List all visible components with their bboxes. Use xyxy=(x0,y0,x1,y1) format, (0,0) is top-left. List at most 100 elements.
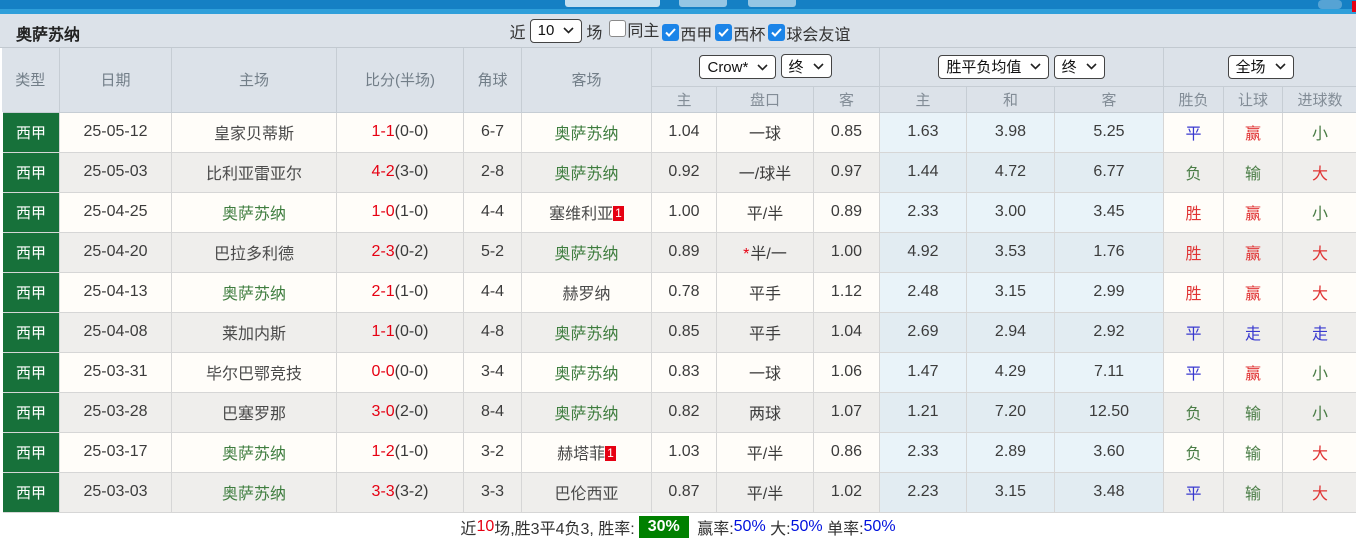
corner-cell: 3-2 xyxy=(463,431,522,473)
mean-type-select[interactable]: 胜平负均值 xyxy=(938,54,1050,79)
home-team-cell[interactable]: 奥萨苏纳 xyxy=(171,471,337,513)
away-team-cell[interactable]: 奥萨苏纳 xyxy=(521,391,652,433)
single-rate-label: 单率: xyxy=(822,521,864,538)
handicap-cell: 一球 xyxy=(716,351,814,393)
rank-badge: 1 xyxy=(613,206,624,221)
checkbox-icon[interactable] xyxy=(662,24,680,41)
home-team-cell[interactable]: 巴拉多利德 xyxy=(171,231,337,273)
league-cell: 西甲 xyxy=(0,191,60,233)
match-filters: 近 10 场 同主 西甲 西杯 球会友谊 xyxy=(506,17,850,45)
let-rate-label: 赢率: xyxy=(692,521,734,538)
away-team-cell[interactable]: 奥萨苏纳 xyxy=(521,231,652,273)
odds-provider-select[interactable]: Crow* xyxy=(699,55,777,80)
handicap-cell: 两球 xyxy=(716,391,814,433)
big-rate-value: 50% xyxy=(790,518,823,535)
win-rate-badge: 30% xyxy=(638,516,689,538)
score-cell: 0-0(0-0) xyxy=(336,351,464,393)
col-header-away: 客场 xyxy=(521,48,652,113)
mean-home-cell: 1.47 xyxy=(879,351,967,393)
top-right-red-accent xyxy=(1352,1,1356,12)
handicap-cell: 平/半 xyxy=(716,191,814,233)
date-cell: 25-05-03 xyxy=(59,151,172,193)
mean-draw-cell: 3.53 xyxy=(966,231,1055,273)
home-team-cell[interactable]: 比利亚雷亚尔 xyxy=(171,151,337,193)
home-team-cell[interactable]: 奥萨苏纳 xyxy=(171,271,337,313)
date-cell: 25-03-17 xyxy=(59,431,172,473)
star-icon: * xyxy=(743,246,750,263)
mean-away-cell: 3.45 xyxy=(1054,191,1164,233)
corner-cell: 6-7 xyxy=(463,111,522,153)
match-row: 西甲 25-03-03 奥萨苏纳 3-3(3-2) 3-3 巴伦西亚 0.87 平/半 1.02… xyxy=(0,471,1356,513)
result-goals-cell: 大 xyxy=(1281,431,1356,473)
team-title: 奥萨苏纳 xyxy=(16,27,81,44)
odds-away-cell: 0.89 xyxy=(813,191,880,233)
away-team-cell[interactable]: 塞维利亚 1 xyxy=(521,191,652,233)
match-row: 西甲 25-03-17 奥萨苏纳 1-2(1-0) 3-2 赫塔菲 1 1.03 平/半 0.86… xyxy=(0,431,1356,473)
chevron-down-icon xyxy=(1086,63,1097,70)
match-row: 西甲 25-04-08 莱加内斯 1-1(0-0) 4-8 奥萨苏纳 0.85 平手 1.04 2… xyxy=(0,311,1356,353)
match-count-value: 10 xyxy=(537,22,555,39)
scope-select[interactable]: 全场 xyxy=(1227,54,1294,79)
mean-draw-cell: 2.94 xyxy=(966,311,1055,353)
mean-draw-cell: 3.98 xyxy=(966,111,1055,153)
away-team-cell[interactable]: 奥萨苏纳 xyxy=(521,111,652,153)
col-header-corner: 角球 xyxy=(463,48,522,113)
score-cell: 3-3(3-2) xyxy=(336,471,464,513)
checkbox-icon[interactable] xyxy=(609,20,627,37)
mean-draw-cell: 4.72 xyxy=(966,151,1055,193)
filter-checkbox-同主[interactable]: 同主 xyxy=(609,17,659,41)
home-team-cell[interactable]: 奥萨苏纳 xyxy=(171,431,337,473)
checkbox-icon[interactable] xyxy=(768,24,786,41)
filter-checkbox-球会友谊[interactable]: 球会友谊 xyxy=(768,21,850,45)
odds-home-cell: 0.85 xyxy=(651,311,717,353)
league-cell: 西甲 xyxy=(0,351,60,393)
result-wdl-cell: 胜 xyxy=(1163,271,1224,313)
col-header-type: 类型 xyxy=(1,48,60,113)
mean-time-select[interactable]: 终 xyxy=(1053,54,1105,79)
checkbox-label: 西杯 xyxy=(733,26,766,44)
corner-cell: 3-3 xyxy=(463,471,522,513)
result-handicap-cell: 赢 xyxy=(1223,231,1283,273)
away-team-cell[interactable]: 奥萨苏纳 xyxy=(521,311,652,353)
match-count-select[interactable]: 10 xyxy=(529,18,583,43)
home-team-cell[interactable]: 莱加内斯 xyxy=(171,311,337,353)
away-team-cell[interactable]: 奥萨苏纳 xyxy=(521,351,652,393)
filter-checkbox-西甲[interactable]: 西甲 xyxy=(662,21,712,45)
chevron-down-icon xyxy=(563,27,574,34)
filter-checkbox-西杯[interactable]: 西杯 xyxy=(715,21,765,45)
subcol-result-goals: 进球数 xyxy=(1281,86,1356,113)
chevron-down-icon xyxy=(812,63,824,70)
match-row: 西甲 25-04-25 奥萨苏纳 1-0(1-0) 4-4 塞维利亚 1 1.00 平/半 0.8… xyxy=(0,191,1356,233)
checkbox-icon[interactable] xyxy=(715,24,733,41)
odds-time-value: 终 xyxy=(788,58,804,76)
result-wdl-cell: 平 xyxy=(1163,351,1224,393)
single-rate-value: 50% xyxy=(863,518,896,535)
mean-draw-cell: 2.89 xyxy=(966,431,1055,473)
filter-checkboxes: 同主 西甲 西杯 球会友谊 xyxy=(606,17,850,45)
away-team-cell[interactable]: 奥萨苏纳 xyxy=(521,151,652,193)
corner-cell: 4-4 xyxy=(463,271,522,313)
result-handicap-cell: 赢 xyxy=(1223,351,1283,393)
mean-away-cell: 3.48 xyxy=(1054,471,1164,513)
away-team-cell[interactable]: 赫罗纳 xyxy=(521,271,652,313)
nav-text-fragment xyxy=(565,0,660,7)
mean-draw-cell: 3.00 xyxy=(966,191,1055,233)
summary-prefix: 近 xyxy=(460,521,477,538)
home-team-cell[interactable]: 巴塞罗那 xyxy=(171,391,337,433)
result-handicap-cell: 输 xyxy=(1223,431,1283,473)
result-wdl-cell: 平 xyxy=(1163,111,1224,153)
top-nav-bar xyxy=(0,0,1356,14)
mean-away-cell: 3.60 xyxy=(1054,431,1164,473)
mean-home-cell: 2.69 xyxy=(879,311,967,353)
home-team-cell[interactable]: 皇家贝蒂斯 xyxy=(171,111,337,153)
odds-away-cell: 1.12 xyxy=(813,271,880,313)
match-row: 西甲 25-04-20 巴拉多利德 2-3(0-2) 5-2 奥萨苏纳 0.89 *半/一 1.… xyxy=(0,231,1356,273)
handicap-cell: 平手 xyxy=(716,311,814,353)
away-team-cell[interactable]: 巴伦西亚 xyxy=(521,471,652,513)
odds-time-select[interactable]: 终 xyxy=(780,54,832,79)
subcol-odds-away: 客 xyxy=(813,86,880,113)
away-team-cell[interactable]: 赫塔菲 1 xyxy=(521,431,652,473)
check-icon xyxy=(718,28,730,37)
home-team-cell[interactable]: 毕尔巴鄂竞技 xyxy=(171,351,337,393)
home-team-cell[interactable]: 奥萨苏纳 xyxy=(171,191,337,233)
